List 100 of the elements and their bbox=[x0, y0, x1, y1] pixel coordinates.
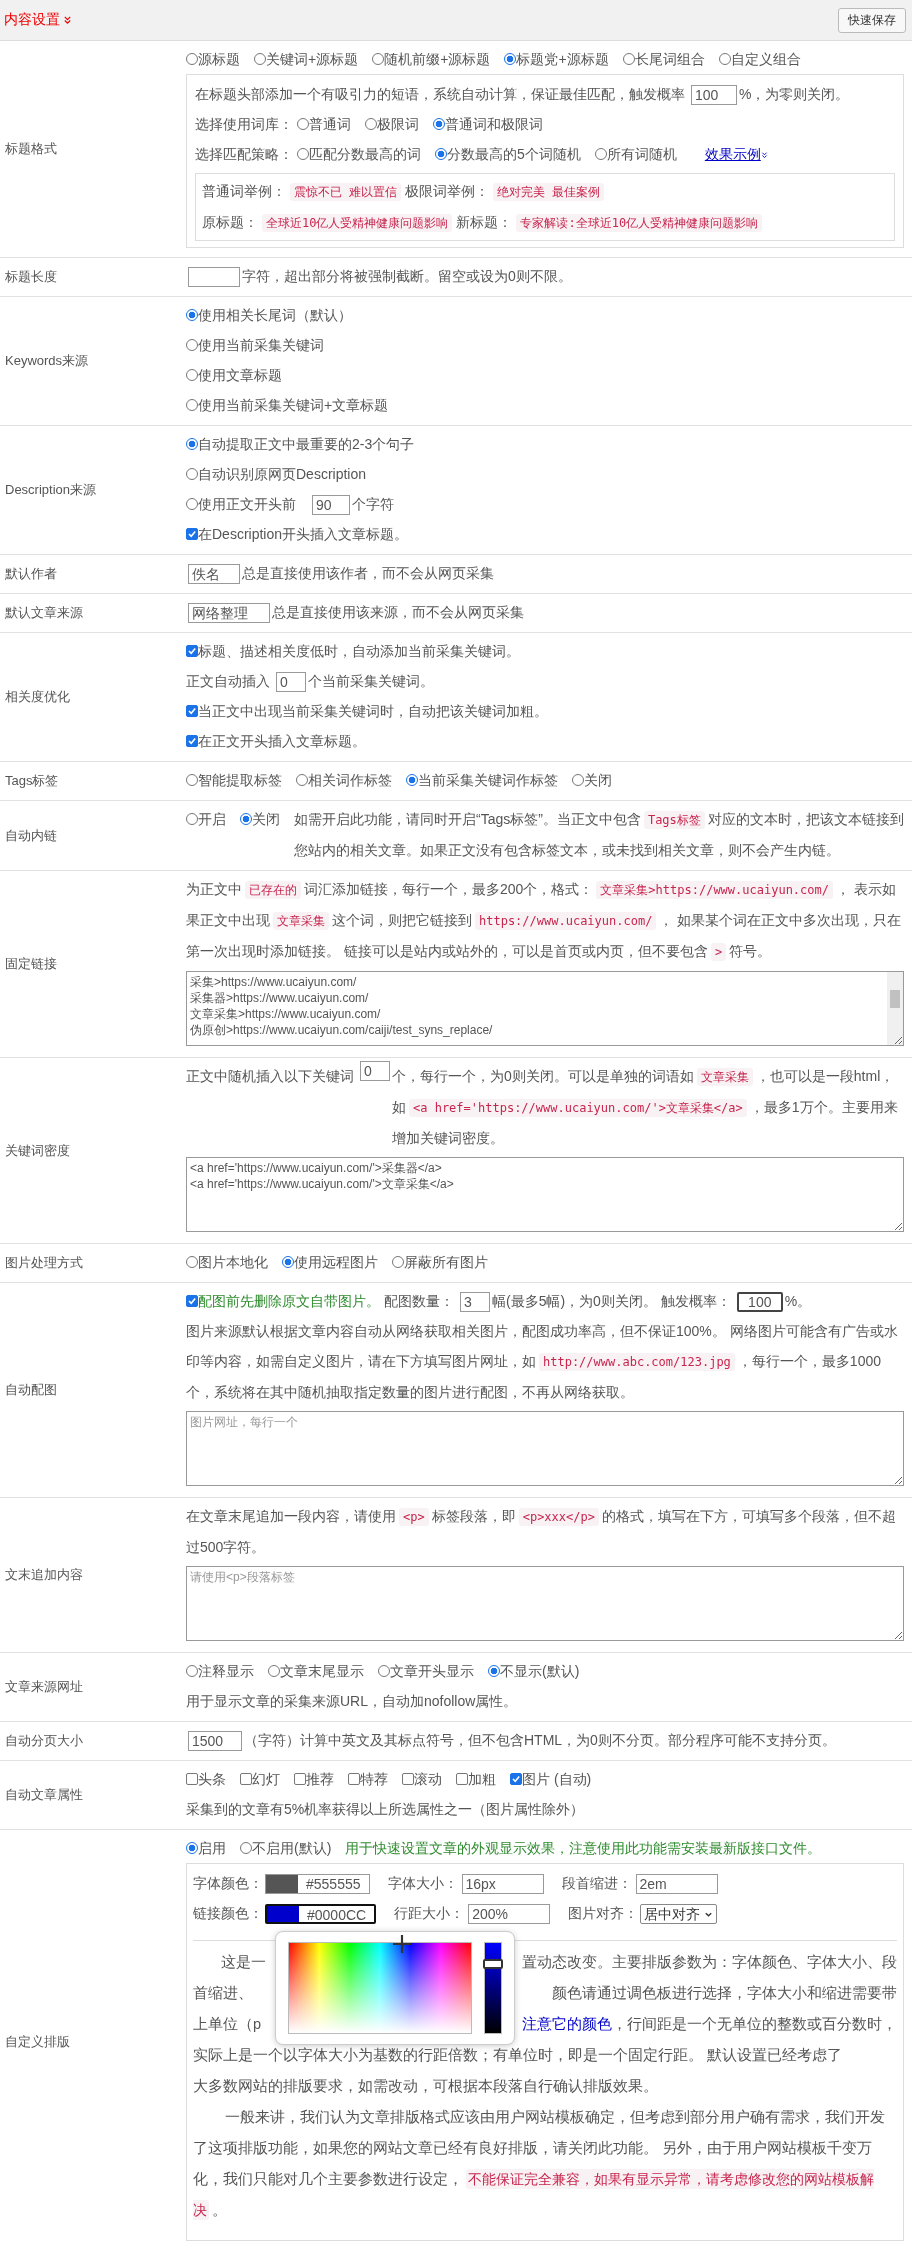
checkbox[interactable] bbox=[186, 735, 198, 747]
checkbox-option[interactable]: 当正文中出现当前采集关键词时，自动把该关键词加粗。 bbox=[186, 703, 548, 719]
radio-option[interactable]: 普通词 bbox=[297, 116, 351, 132]
radio-option[interactable]: 自定义组合 bbox=[718, 51, 801, 67]
color-input[interactable]: #555555 bbox=[265, 1874, 370, 1895]
checkbox-option[interactable]: 图片 (自动) bbox=[510, 1771, 592, 1787]
input-field[interactable]: 100 bbox=[736, 1292, 783, 1313]
checkbox-option[interactable]: 推荐 bbox=[294, 1771, 334, 1787]
radio-option[interactable]: 使用当前采集关键词+文章标题 bbox=[186, 397, 389, 413]
radio-option[interactable]: 匹配分数最高的词 bbox=[297, 146, 421, 162]
radio-button[interactable] bbox=[186, 369, 198, 381]
radio-option[interactable]: 图片本地化 bbox=[186, 1254, 268, 1270]
radio-button[interactable] bbox=[186, 498, 198, 510]
input-field[interactable] bbox=[188, 267, 240, 288]
radio-button[interactable] bbox=[435, 148, 447, 160]
dropdown[interactable]: 居中对齐 bbox=[640, 1904, 718, 1925]
radio-option[interactable]: 随机前缀+源标题 bbox=[372, 51, 491, 67]
radio-button[interactable] bbox=[240, 813, 252, 825]
radio-button[interactable] bbox=[240, 1842, 252, 1854]
radio-option[interactable]: 极限词 bbox=[365, 116, 419, 132]
quick-save-button[interactable]: 快速保存 bbox=[838, 7, 906, 33]
radio-option[interactable]: 注释显示 bbox=[186, 1663, 254, 1679]
radio-option[interactable]: 标题党+源标题 bbox=[504, 51, 609, 67]
radio-option[interactable]: 关闭 bbox=[572, 772, 612, 788]
slider-thumb[interactable] bbox=[483, 1959, 503, 1969]
radio-option[interactable]: 智能提取标签 bbox=[186, 772, 282, 788]
radio-option[interactable]: 不启用(默认) bbox=[240, 1840, 332, 1856]
radio-button[interactable] bbox=[365, 118, 377, 130]
radio-button[interactable] bbox=[372, 53, 385, 65]
checkbox[interactable] bbox=[240, 1773, 252, 1785]
text-area[interactable]: 图片网址，每行一个 bbox=[186, 1411, 904, 1486]
radio-button[interactable] bbox=[392, 1256, 404, 1268]
radio-option[interactable]: 所有词随机 bbox=[594, 146, 677, 162]
checkbox[interactable] bbox=[402, 1773, 414, 1785]
checkbox[interactable] bbox=[348, 1773, 360, 1785]
radio-button[interactable] bbox=[186, 1256, 198, 1268]
input-field[interactable]: 0 bbox=[276, 672, 306, 693]
checkbox-option[interactable]: 加粗 bbox=[456, 1771, 496, 1787]
checkbox-option[interactable]: 标题、描述相关度低时，自动添加当前采集关键词。 bbox=[186, 643, 520, 659]
text-area[interactable]: <a href='https://www.ucaiyun.com/'>采集器</a> <a href='https://www.ucaiyun.com/'>文章采集</a> bbox=[186, 1157, 904, 1232]
checkbox[interactable] bbox=[456, 1773, 468, 1785]
text-area[interactable]: 请使用<p>段落标签 bbox=[186, 1566, 904, 1641]
radio-option[interactable]: 关键词+源标题 bbox=[254, 51, 359, 67]
checkbox-option[interactable]: 滚动 bbox=[402, 1771, 442, 1787]
radio-button[interactable] bbox=[186, 438, 198, 450]
radio-button[interactable] bbox=[296, 774, 308, 786]
radio-option[interactable]: 使用当前采集关键词 bbox=[186, 337, 324, 353]
checkbox-option[interactable]: 头条 bbox=[186, 1771, 226, 1787]
brightness-slider[interactable] bbox=[484, 1942, 502, 2034]
checkbox-option[interactable]: 幻灯 bbox=[240, 1771, 280, 1787]
radio-option[interactable]: 文章开头显示 bbox=[378, 1663, 474, 1679]
radio-option[interactable]: 开启 bbox=[186, 804, 226, 834]
radio-button[interactable] bbox=[406, 774, 418, 786]
input-field[interactable]: 200% bbox=[468, 1904, 551, 1925]
radio-option[interactable]: 不显示(默认) bbox=[488, 1663, 580, 1679]
color-input[interactable]: #0000CC bbox=[265, 1904, 377, 1925]
radio-option[interactable]: 普通词和极限词 bbox=[433, 116, 543, 132]
radio-option[interactable]: 使用相关长尾词（默认） bbox=[186, 307, 352, 323]
checkbox[interactable] bbox=[186, 645, 198, 657]
radio-button[interactable] bbox=[622, 53, 635, 65]
radio-option[interactable]: 关闭 bbox=[240, 804, 280, 834]
radio-option[interactable]: 相关词作标签 bbox=[296, 772, 392, 788]
radio-button[interactable] bbox=[718, 53, 731, 65]
radio-option[interactable]: 源标题 bbox=[186, 51, 240, 67]
radio-button[interactable] bbox=[186, 339, 198, 351]
radio-button[interactable] bbox=[504, 53, 517, 65]
checkbox[interactable] bbox=[510, 1773, 522, 1785]
input-field[interactable]: 16px bbox=[461, 1874, 544, 1895]
radio-option[interactable]: 使用远程图片 bbox=[282, 1254, 378, 1270]
radio-button[interactable] bbox=[268, 1665, 280, 1677]
radio-option[interactable]: 屏蔽所有图片 bbox=[392, 1254, 488, 1270]
input-field[interactable]: 佚名 bbox=[188, 564, 240, 585]
checkbox[interactable] bbox=[186, 1295, 198, 1307]
radio-button[interactable] bbox=[186, 468, 198, 480]
radio-option[interactable]: 启用 bbox=[186, 1840, 226, 1856]
radio-option[interactable]: 使用文章标题 bbox=[186, 367, 282, 383]
checkbox[interactable] bbox=[294, 1773, 306, 1785]
radio-button[interactable] bbox=[186, 1665, 198, 1677]
checkbox-option[interactable]: 在正文开头插入文章标题。 bbox=[186, 733, 366, 749]
radio-button[interactable] bbox=[378, 1665, 390, 1677]
input-field[interactable]: 网络整理 bbox=[188, 603, 270, 624]
radio-button[interactable] bbox=[297, 148, 309, 160]
input-field[interactable]: 90 bbox=[312, 495, 350, 516]
radio-button[interactable] bbox=[572, 774, 584, 786]
radio-option[interactable]: 分数最高的5个词随机 bbox=[435, 146, 581, 162]
radio-button[interactable] bbox=[488, 1665, 500, 1677]
radio-button[interactable] bbox=[186, 309, 198, 321]
color-picker-popup[interactable] bbox=[275, 1931, 515, 2045]
radio-option[interactable]: 自动提取正文中最重要的2-3个句子 bbox=[186, 436, 415, 452]
checkbox[interactable] bbox=[186, 705, 198, 717]
radio-option[interactable]: 使用正文开头前 bbox=[186, 496, 296, 512]
checkbox[interactable] bbox=[186, 1773, 198, 1785]
radio-button[interactable] bbox=[186, 1842, 198, 1854]
radio-option[interactable]: 自动识别原网页Description bbox=[186, 466, 367, 482]
input-field[interactable]: 0 bbox=[360, 1061, 390, 1081]
radio-button[interactable] bbox=[282, 1256, 294, 1268]
scrollbar[interactable] bbox=[887, 972, 903, 1045]
color-spectrum[interactable] bbox=[288, 1942, 472, 2034]
example-link[interactable]: 效果示例 bbox=[704, 146, 768, 162]
radio-button[interactable] bbox=[433, 118, 445, 130]
